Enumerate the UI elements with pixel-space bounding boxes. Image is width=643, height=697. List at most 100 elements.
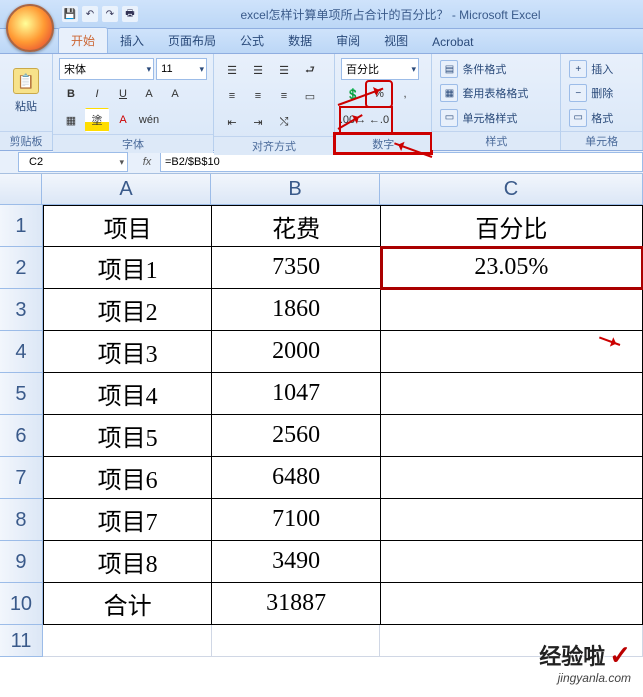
- paste-button[interactable]: 📋 粘贴: [6, 58, 46, 124]
- cell-b2[interactable]: 7350: [212, 247, 380, 289]
- save-icon[interactable]: 💾: [62, 6, 78, 22]
- cell-b8[interactable]: 7100: [212, 499, 380, 541]
- redo-icon[interactable]: ↷: [102, 6, 118, 22]
- tab-review[interactable]: 审阅: [324, 28, 372, 53]
- row-header-3[interactable]: 3: [0, 289, 43, 331]
- watermark: 经验啦✓ jingyanla.com: [539, 639, 631, 685]
- italic-button[interactable]: I: [85, 82, 109, 106]
- office-button[interactable]: [6, 4, 54, 52]
- cell-a3[interactable]: 项目2: [43, 289, 212, 331]
- tab-insert[interactable]: 插入: [108, 28, 156, 53]
- row-header-8[interactable]: 8: [0, 499, 43, 541]
- wrap-text-button[interactable]: ⮐: [298, 58, 322, 82]
- conditional-format-button[interactable]: ▤条件格式: [438, 58, 554, 80]
- row-header-9[interactable]: 9: [0, 541, 43, 583]
- row-header-6[interactable]: 6: [0, 415, 43, 457]
- check-icon: ✓: [609, 640, 631, 670]
- row-header-4[interactable]: 4: [0, 331, 43, 373]
- border-button[interactable]: ▦: [59, 108, 83, 132]
- tab-page-layout[interactable]: 页面布局: [156, 28, 228, 53]
- cell-a7[interactable]: 项目6: [43, 457, 212, 499]
- align-bot-button[interactable]: ☰: [272, 58, 296, 82]
- inc-indent-button[interactable]: ⇥: [246, 110, 270, 134]
- phonetic-button[interactable]: wén: [137, 108, 161, 132]
- conditional-format-label: 条件格式: [462, 61, 506, 77]
- cell-c9[interactable]: [381, 541, 643, 583]
- ribbon: 📋 粘贴 剪贴板 宋体 11 B I U A A ▦ 塗 A wén 字体 ☰ …: [0, 54, 643, 151]
- row-header-7[interactable]: 7: [0, 457, 43, 499]
- font-color-button[interactable]: A: [111, 108, 135, 132]
- cell-c7[interactable]: [381, 457, 643, 499]
- insert-cells-label: 插入: [591, 61, 613, 77]
- comma-button[interactable]: ,: [393, 82, 417, 106]
- cell-a4[interactable]: 项目3: [43, 331, 212, 373]
- cell-c10[interactable]: [381, 583, 643, 625]
- cell-b1[interactable]: 花费: [212, 205, 380, 247]
- cell-a5[interactable]: 项目4: [43, 373, 212, 415]
- insert-cells-button[interactable]: +插入: [567, 58, 636, 80]
- tab-home[interactable]: 开始: [58, 27, 108, 53]
- fill-color-button[interactable]: 塗: [85, 108, 109, 132]
- dec-indent-button[interactable]: ⇤: [220, 110, 244, 134]
- cell-b9[interactable]: 3490: [212, 541, 380, 583]
- col-header-c[interactable]: C: [380, 174, 643, 205]
- cell-b4[interactable]: 2000: [212, 331, 380, 373]
- bold-button[interactable]: B: [59, 82, 83, 106]
- format-cells-button[interactable]: ▭格式: [567, 107, 636, 129]
- align-center-button[interactable]: ≡: [246, 84, 270, 108]
- cell-b5[interactable]: 1047: [212, 373, 380, 415]
- cell-c8[interactable]: [381, 499, 643, 541]
- row-header-5[interactable]: 5: [0, 373, 43, 415]
- cell-a9[interactable]: 项目8: [43, 541, 212, 583]
- cell-b11[interactable]: [212, 625, 381, 657]
- tab-data[interactable]: 数据: [276, 28, 324, 53]
- col-header-a[interactable]: A: [42, 174, 211, 205]
- align-mid-button[interactable]: ☰: [246, 58, 270, 82]
- align-right-button[interactable]: ≡: [272, 84, 296, 108]
- cell-a8[interactable]: 项目7: [43, 499, 212, 541]
- cell-styles-button[interactable]: ▭单元格样式: [438, 107, 554, 129]
- shrink-font-button[interactable]: A: [163, 82, 187, 106]
- delete-cells-button[interactable]: −删除: [567, 82, 636, 104]
- fx-button[interactable]: fx: [138, 153, 156, 171]
- tab-formulas[interactable]: 公式: [228, 28, 276, 53]
- row-header-2[interactable]: 2: [0, 247, 43, 289]
- cell-a2[interactable]: 项目1: [43, 247, 212, 289]
- cell-c6[interactable]: [381, 415, 643, 457]
- cell-c3[interactable]: [381, 289, 643, 331]
- align-left-button[interactable]: ≡: [220, 84, 244, 108]
- orientation-button[interactable]: ⤭: [272, 110, 296, 134]
- merge-button[interactable]: ▭: [298, 84, 322, 108]
- row-header-10[interactable]: 10: [0, 583, 43, 625]
- tab-acrobat[interactable]: Acrobat: [420, 31, 485, 53]
- row-header-11[interactable]: 11: [0, 625, 43, 657]
- cell-styles-icon: ▭: [440, 109, 458, 127]
- cell-c5[interactable]: [381, 373, 643, 415]
- cell-b10[interactable]: 31887: [212, 583, 380, 625]
- decrease-decimal-button[interactable]: ←.0: [367, 108, 391, 132]
- cell-c2[interactable]: 23.05%: [381, 247, 643, 289]
- col-header-b[interactable]: B: [211, 174, 380, 205]
- underline-button[interactable]: U: [111, 82, 135, 106]
- font-size-select[interactable]: 11: [156, 58, 207, 80]
- cell-c1[interactable]: 百分比: [381, 205, 643, 247]
- select-all-corner[interactable]: [0, 174, 42, 205]
- print-icon[interactable]: 🖶: [122, 6, 138, 22]
- format-as-table-button[interactable]: ▦套用表格格式: [438, 82, 554, 104]
- formula-input[interactable]: =B2/$B$10: [160, 152, 643, 172]
- cell-a6[interactable]: 项目5: [43, 415, 212, 457]
- tab-view[interactable]: 视图: [372, 28, 420, 53]
- font-name-select[interactable]: 宋体: [59, 58, 154, 80]
- cell-b7[interactable]: 6480: [212, 457, 380, 499]
- grow-font-button[interactable]: A: [137, 82, 161, 106]
- name-box[interactable]: C2: [18, 152, 128, 172]
- row-header-1[interactable]: 1: [0, 205, 43, 247]
- undo-icon[interactable]: ↶: [82, 6, 98, 22]
- align-top-button[interactable]: ☰: [220, 58, 244, 82]
- cell-b6[interactable]: 2560: [212, 415, 380, 457]
- cell-a11[interactable]: [43, 625, 212, 657]
- cell-a10[interactable]: 合计: [43, 583, 212, 625]
- number-format-select[interactable]: 百分比: [341, 58, 419, 80]
- cell-b3[interactable]: 1860: [212, 289, 380, 331]
- cell-a1[interactable]: 项目: [43, 205, 212, 247]
